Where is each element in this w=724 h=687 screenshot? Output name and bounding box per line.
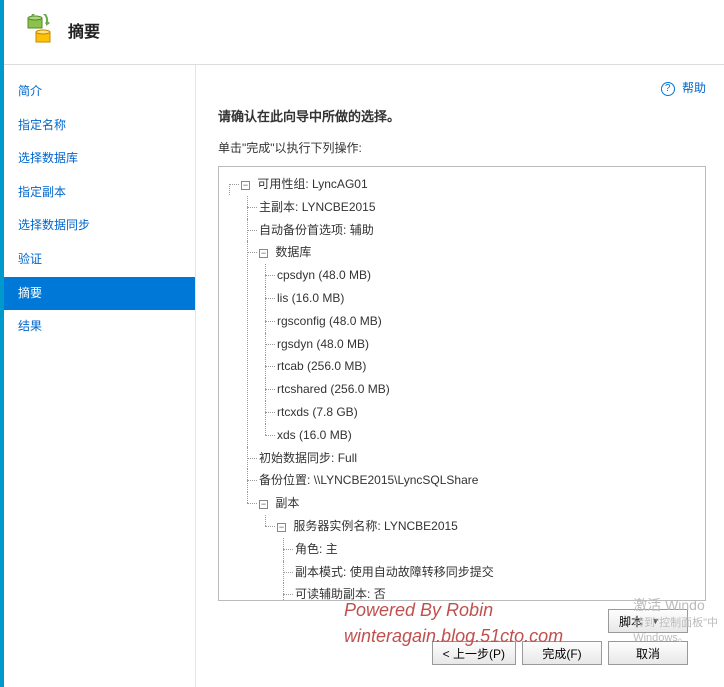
wizard-footer: 脚本 ▼ < 上一步(P) 完成(F) 取消 <box>218 601 706 679</box>
replica-mode-value: 使用自动故障转移同步提交 <box>350 565 494 579</box>
script-button-label: 脚本 <box>619 613 643 630</box>
chevron-down-icon: ▼ <box>651 616 660 626</box>
page-title: 摘要 <box>68 18 100 42</box>
ag-label: 可用性组: <box>257 177 308 191</box>
sidebar-item-summary[interactable]: 摘要 <box>4 277 195 311</box>
backup-loc-label: 备份位置: <box>259 473 310 487</box>
primary-replica-value: LYNCBE2015 <box>302 200 376 214</box>
help-link-container: ? 帮助 <box>218 79 706 96</box>
collapse-icon[interactable]: − <box>259 249 268 258</box>
finish-button[interactable]: 完成(F) <box>522 641 602 665</box>
initial-sync-value: Full <box>338 451 357 465</box>
help-link[interactable]: 帮助 <box>682 81 706 95</box>
role-value: 主 <box>326 542 338 556</box>
collapse-icon[interactable]: − <box>241 181 250 190</box>
auto-backup-value: 辅助 <box>350 223 374 237</box>
wizard-header: 摘要 <box>4 0 724 65</box>
sidebar-item-result[interactable]: 结果 <box>4 310 195 344</box>
database-item: rtcab (256.0 MB) <box>259 355 701 378</box>
primary-replica-label: 主副本: <box>259 200 298 214</box>
previous-button[interactable]: < 上一步(P) <box>432 641 516 665</box>
database-item: lis (16.0 MB) <box>259 287 701 310</box>
instruction-text: 请确认在此向导中所做的选择。 <box>218 106 706 125</box>
database-item: rtcxds (7.8 GB) <box>259 401 701 424</box>
initial-sync-label: 初始数据同步: <box>259 451 334 465</box>
database-item: cpsdyn (48.0 MB) <box>259 264 701 287</box>
database-item: xds (16.0 MB) <box>259 424 701 447</box>
replica-mode-label: 副本模式: <box>295 565 346 579</box>
readable-secondary-label: 可读辅助副本: <box>295 587 370 601</box>
sidebar-item-specify-name[interactable]: 指定名称 <box>4 109 195 143</box>
sidebar-item-specify-replica[interactable]: 指定副本 <box>4 176 195 210</box>
sidebar-item-select-sync[interactable]: 选择数据同步 <box>4 209 195 243</box>
collapse-icon[interactable]: − <box>259 500 268 509</box>
cancel-button[interactable]: 取消 <box>608 641 688 665</box>
help-icon: ? <box>661 82 675 96</box>
server-instance-value: LYNCBE2015 <box>384 519 458 533</box>
ag-name: LyncAG01 <box>312 177 368 191</box>
collapse-icon[interactable]: − <box>277 523 286 532</box>
database-item: rgsconfig (48.0 MB) <box>259 310 701 333</box>
wizard-steps-sidebar: 简介 指定名称 选择数据库 指定副本 选择数据同步 验证 摘要 结果 <box>4 65 196 687</box>
databases-label: 数据库 <box>275 245 311 259</box>
sidebar-item-intro[interactable]: 简介 <box>4 75 195 109</box>
readable-secondary-value: 否 <box>374 587 386 601</box>
database-item: rgsdyn (48.0 MB) <box>259 333 701 356</box>
server-instance-label: 服务器实例名称: <box>293 519 380 533</box>
script-button[interactable]: 脚本 ▼ <box>608 609 688 633</box>
backup-loc-value: \\LYNCBE2015\LyncSQLShare <box>314 473 479 487</box>
summary-tree[interactable]: − 可用性组: LyncAG01 主副本: LYNCBE2015 自动备份首选项… <box>218 166 706 601</box>
sidebar-item-validate[interactable]: 验证 <box>4 243 195 277</box>
auto-backup-label: 自动备份首选项: <box>259 223 346 237</box>
sidebar-item-select-db[interactable]: 选择数据库 <box>4 142 195 176</box>
role-label: 角色: <box>295 542 322 556</box>
replicas-label: 副本 <box>275 496 299 510</box>
subinstruction-text: 单击"完成"以执行下列操作: <box>218 139 706 156</box>
database-icon <box>22 14 54 46</box>
database-item: rtcshared (256.0 MB) <box>259 378 701 401</box>
